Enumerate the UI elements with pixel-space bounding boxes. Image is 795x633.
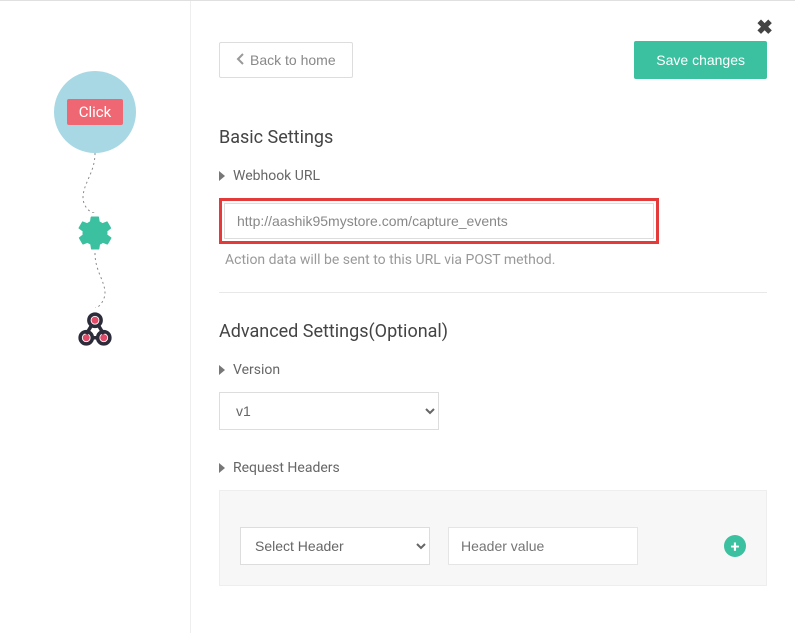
webhook-url-label: Webhook URL <box>219 168 767 184</box>
request-headers-label: Request Headers <box>219 460 767 476</box>
main-panel: Back to home Save changes Basic Settings… <box>190 1 795 633</box>
headers-panel: Select Header + <box>219 490 767 586</box>
trigger-node[interactable]: Click <box>54 71 136 153</box>
webhook-url-highlight <box>219 198 659 244</box>
webhook-url-input[interactable] <box>224 203 654 239</box>
connector-2 <box>25 253 165 308</box>
chevron-left-icon <box>236 52 244 68</box>
webhook-icon <box>74 308 116 350</box>
webhook-node[interactable] <box>74 308 116 350</box>
plus-icon: + <box>731 537 740 556</box>
webhook-help-text: Action data will be sent to this URL via… <box>225 252 767 268</box>
back-button[interactable]: Back to home <box>219 42 353 78</box>
add-header-button[interactable]: + <box>724 535 746 557</box>
section-divider <box>219 292 767 293</box>
click-badge: Click <box>67 99 124 125</box>
basic-settings-title: Basic Settings <box>219 127 767 148</box>
advanced-settings-title: Advanced Settings(Optional) <box>219 321 767 342</box>
top-bar: Back to home Save changes <box>219 41 767 79</box>
header-value-input[interactable] <box>448 527 638 565</box>
chevron-right-icon <box>219 171 225 181</box>
back-label: Back to home <box>250 52 336 68</box>
version-label: Version <box>219 362 767 378</box>
connector-1 <box>25 153 165 213</box>
version-select[interactable]: v1 <box>219 392 439 430</box>
chevron-right-icon <box>219 463 225 473</box>
workflow-sidebar: Click <box>25 71 165 350</box>
header-name-select[interactable]: Select Header <box>240 527 430 565</box>
gear-icon <box>75 213 115 253</box>
processor-node[interactable] <box>75 213 115 253</box>
header-row: Select Header + <box>240 527 746 565</box>
chevron-right-icon <box>219 365 225 375</box>
save-button[interactable]: Save changes <box>634 41 767 79</box>
